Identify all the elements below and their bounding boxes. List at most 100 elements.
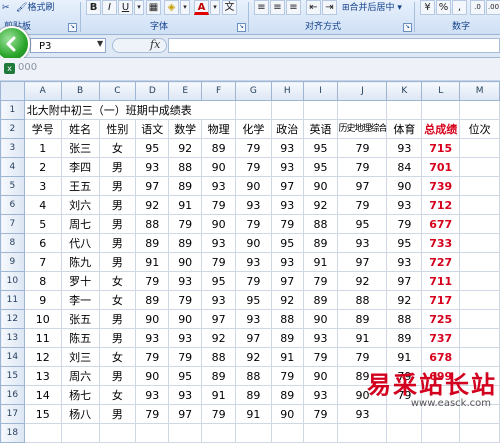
- data-cell[interactable]: 93: [270, 138, 304, 158]
- data-cell[interactable]: 14: [23, 385, 62, 405]
- data-cell[interactable]: 91: [201, 385, 237, 405]
- data-cell[interactable]: 女: [98, 138, 137, 158]
- data-cell[interactable]: 93: [235, 195, 272, 215]
- data-cell[interactable]: 1: [23, 138, 62, 158]
- data-cell[interactable]: 7: [23, 252, 62, 272]
- data-cell[interactable]: 女: [98, 347, 137, 367]
- data-cell[interactable]: 91: [235, 404, 272, 424]
- data-cell[interactable]: 93: [235, 252, 272, 272]
- fill-color-dropdown-icon[interactable]: ▾: [180, 0, 190, 15]
- row-header[interactable]: 13: [0, 328, 25, 348]
- row-header[interactable]: 17: [0, 404, 25, 424]
- select-all-corner[interactable]: [0, 81, 25, 101]
- data-cell[interactable]: 88: [235, 366, 272, 386]
- data-cell[interactable]: 95: [135, 138, 170, 158]
- data-cell[interactable]: 89: [135, 290, 170, 310]
- data-cell[interactable]: 90: [168, 309, 203, 329]
- data-cell[interactable]: 91: [386, 347, 423, 367]
- alignment-dialog-launcher-icon[interactable]: ↘: [403, 23, 412, 32]
- data-cell[interactable]: 男: [98, 176, 137, 196]
- data-cell[interactable]: 91: [135, 252, 170, 272]
- data-cell[interactable]: 79: [235, 271, 272, 291]
- data-cell[interactable]: 男: [98, 157, 137, 177]
- data-cell[interactable]: 79: [201, 195, 237, 215]
- clipboard-dialog-launcher-icon[interactable]: ↘: [68, 23, 77, 32]
- data-cell[interactable]: 男: [98, 214, 137, 234]
- data-cell[interactable]: 王五: [60, 176, 100, 196]
- data-cell[interactable]: [459, 309, 500, 329]
- data-cell[interactable]: [60, 423, 100, 443]
- data-cell[interactable]: 90: [235, 233, 272, 253]
- total-score-cell[interactable]: 733: [421, 233, 461, 253]
- data-cell[interactable]: [459, 138, 500, 158]
- bold-button[interactable]: B: [86, 0, 101, 15]
- data-cell[interactable]: 95: [168, 366, 203, 386]
- data-cell[interactable]: 男: [98, 195, 137, 215]
- data-cell[interactable]: 79: [337, 157, 388, 177]
- data-cell[interactable]: 93: [135, 328, 170, 348]
- data-cell[interactable]: 90: [201, 157, 237, 177]
- increase-indent-button[interactable]: ⇥: [322, 0, 337, 15]
- increase-decimal-button[interactable]: .0: [470, 0, 485, 15]
- data-cell[interactable]: 8: [23, 271, 62, 291]
- data-cell[interactable]: 代八: [60, 233, 100, 253]
- data-cell[interactable]: 刘六: [60, 195, 100, 215]
- header-cell[interactable]: 数学: [168, 119, 203, 139]
- decrease-indent-button[interactable]: ⇤: [306, 0, 321, 15]
- column-header-h[interactable]: H: [270, 81, 304, 101]
- align-right-button[interactable]: ≡: [286, 0, 301, 15]
- data-cell[interactable]: 92: [302, 195, 339, 215]
- data-cell[interactable]: 88: [386, 309, 423, 329]
- data-cell[interactable]: 79: [235, 214, 272, 234]
- data-cell[interactable]: 89: [302, 233, 339, 253]
- sheet-title-cell[interactable]: 北大附中初三（一）班期中成绩表: [23, 100, 237, 120]
- decrease-decimal-button[interactable]: .00: [486, 0, 500, 15]
- column-header-m[interactable]: M: [459, 81, 500, 101]
- data-cell[interactable]: 88: [270, 309, 304, 329]
- data-cell[interactable]: 93: [302, 385, 339, 405]
- name-box[interactable]: P3: [30, 38, 106, 53]
- data-cell[interactable]: 79: [270, 366, 304, 386]
- data-cell[interactable]: 93: [168, 385, 203, 405]
- data-cell[interactable]: 95: [201, 271, 237, 291]
- empty-cell[interactable]: [459, 100, 500, 120]
- total-score-cell[interactable]: 677: [421, 214, 461, 234]
- data-cell[interactable]: 88: [201, 347, 237, 367]
- data-cell[interactable]: 90: [302, 176, 339, 196]
- empty-cell[interactable]: [302, 100, 339, 120]
- data-cell[interactable]: [235, 423, 272, 443]
- data-cell[interactable]: 95: [386, 233, 423, 253]
- data-cell[interactable]: 男: [98, 366, 137, 386]
- data-cell[interactable]: 97: [235, 328, 272, 348]
- column-header-d[interactable]: D: [135, 81, 170, 101]
- data-cell[interactable]: 89: [168, 233, 203, 253]
- data-cell[interactable]: 90: [168, 252, 203, 272]
- data-cell[interactable]: 90: [135, 366, 170, 386]
- formula-input[interactable]: [168, 38, 500, 53]
- data-cell[interactable]: 79: [168, 290, 203, 310]
- data-cell[interactable]: 90: [302, 366, 339, 386]
- data-cell[interactable]: 10: [23, 309, 62, 329]
- column-header-g[interactable]: G: [235, 81, 272, 101]
- insert-function-icon[interactable]: fx: [150, 38, 160, 51]
- data-cell[interactable]: 刘三: [60, 347, 100, 367]
- data-cell[interactable]: 张三: [60, 138, 100, 158]
- data-cell[interactable]: 9: [23, 290, 62, 310]
- data-cell[interactable]: 女: [98, 271, 137, 291]
- row-header[interactable]: 5: [0, 176, 25, 196]
- header-cell[interactable]: 物理: [201, 119, 237, 139]
- total-score-cell[interactable]: [421, 423, 461, 443]
- column-header-c[interactable]: C: [98, 81, 137, 101]
- data-cell[interactable]: 97: [135, 176, 170, 196]
- data-cell[interactable]: 79: [201, 404, 237, 424]
- data-cell[interactable]: 4: [23, 195, 62, 215]
- data-cell[interactable]: 5: [23, 214, 62, 234]
- data-cell[interactable]: 97: [337, 252, 388, 272]
- header-cell[interactable]: 学号: [23, 119, 62, 139]
- data-cell[interactable]: 93: [201, 233, 237, 253]
- data-cell[interactable]: 88: [337, 290, 388, 310]
- data-cell[interactable]: 93: [270, 195, 304, 215]
- currency-button[interactable]: ¥: [420, 0, 435, 15]
- header-cell[interactable]: 位次: [459, 119, 500, 139]
- data-cell[interactable]: 李一: [60, 290, 100, 310]
